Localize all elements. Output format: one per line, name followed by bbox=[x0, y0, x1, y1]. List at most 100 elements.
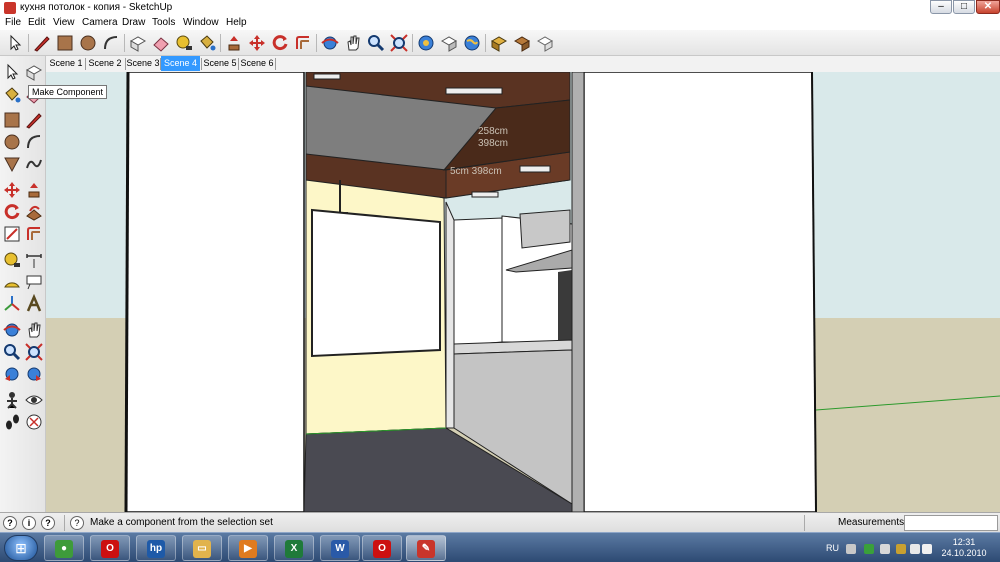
menu-edit[interactable]: Edit bbox=[28, 17, 45, 28]
tab-scene-6[interactable]: Scene 6 bbox=[239, 56, 275, 71]
position-camera-icon[interactable] bbox=[2, 390, 22, 410]
menu-camera[interactable]: Camera bbox=[82, 17, 118, 28]
menu-tools[interactable]: Tools bbox=[152, 17, 175, 28]
tray-app-icon[interactable] bbox=[880, 544, 890, 554]
paint-bucket-icon[interactable] bbox=[197, 33, 217, 53]
network-icon[interactable] bbox=[910, 544, 920, 554]
follow-me-icon[interactable] bbox=[24, 202, 44, 222]
sketchup-window: кухня потолок - копия - SketchUp – □ ✕ F… bbox=[0, 0, 1000, 562]
arc-icon[interactable] bbox=[101, 33, 121, 53]
freehand-icon[interactable] bbox=[24, 154, 44, 174]
menu-window[interactable]: Window bbox=[183, 17, 219, 28]
menu-help[interactable]: Help bbox=[226, 17, 247, 28]
tray-app-icon[interactable] bbox=[864, 544, 874, 554]
tape-measure-icon[interactable] bbox=[2, 250, 22, 270]
taskbar-app-sketchup[interactable]: ✎ bbox=[406, 535, 446, 561]
orbit-icon[interactable] bbox=[2, 320, 22, 340]
maximize-button[interactable]: □ bbox=[953, 0, 975, 14]
rectangle-icon[interactable] bbox=[2, 110, 22, 130]
text-icon[interactable] bbox=[24, 272, 44, 292]
taskbar-app-opera[interactable]: O bbox=[90, 535, 130, 561]
zoom-window-icon[interactable] bbox=[24, 342, 44, 362]
warehouse-icon[interactable] bbox=[512, 33, 532, 53]
rotate-icon[interactable] bbox=[2, 202, 22, 222]
make-component-icon[interactable] bbox=[24, 62, 44, 82]
walk-icon[interactable] bbox=[2, 412, 22, 432]
clock[interactable]: 12:31 24.10.2010 bbox=[934, 537, 994, 559]
dimension-icon[interactable] bbox=[24, 250, 44, 270]
model-viewport[interactable]: 258cm 398cm 5cm 398cm bbox=[46, 72, 1000, 512]
move-icon[interactable] bbox=[247, 33, 267, 53]
tab-scene-3[interactable]: Scene 3 bbox=[126, 56, 160, 71]
share-model-icon[interactable] bbox=[439, 33, 459, 53]
tape-measure-icon[interactable] bbox=[174, 33, 194, 53]
tab-scene-4[interactable]: Scene 4 bbox=[161, 56, 200, 71]
zoom-icon[interactable] bbox=[2, 342, 22, 362]
3d-text-icon[interactable] bbox=[24, 294, 44, 314]
next-view-icon[interactable] bbox=[24, 364, 44, 384]
pencil-icon[interactable] bbox=[32, 33, 52, 53]
taskbar-app-media-player[interactable]: ▶ bbox=[228, 535, 268, 561]
taskbar-app-word[interactable]: W bbox=[320, 535, 360, 561]
zoom-extents-icon[interactable] bbox=[389, 33, 409, 53]
menu-draw[interactable]: Draw bbox=[122, 17, 145, 28]
help-icon[interactable]: ? bbox=[70, 516, 84, 530]
taskbar-app-excel[interactable]: X bbox=[274, 535, 314, 561]
make-component-icon[interactable] bbox=[128, 33, 148, 53]
tray-app-icon[interactable] bbox=[896, 544, 906, 554]
window-title: кухня потолок - копия - SketchUp bbox=[20, 2, 173, 13]
orbit-icon[interactable] bbox=[320, 33, 340, 53]
push-pull-icon[interactable] bbox=[24, 180, 44, 200]
circle-icon[interactable] bbox=[2, 132, 22, 152]
tray-arrow-icon[interactable] bbox=[846, 544, 856, 554]
start-button[interactable]: ⊞ bbox=[4, 535, 38, 561]
close-button[interactable]: ✕ bbox=[976, 0, 1000, 14]
extension-icon[interactable] bbox=[535, 33, 555, 53]
move-icon[interactable] bbox=[2, 180, 22, 200]
help-icon[interactable]: ? bbox=[41, 516, 55, 530]
taskbar-app-hp[interactable]: hp bbox=[136, 535, 176, 561]
offset-icon[interactable] bbox=[24, 224, 44, 244]
hp-icon: hp bbox=[147, 540, 165, 558]
minimize-button[interactable]: – bbox=[930, 0, 952, 14]
sketchup-app-icon[interactable] bbox=[4, 2, 16, 14]
rotate-icon[interactable] bbox=[270, 33, 290, 53]
axes-icon[interactable] bbox=[2, 294, 22, 314]
components-icon[interactable] bbox=[489, 33, 509, 53]
line-icon[interactable] bbox=[24, 110, 44, 130]
measurements-input[interactable] bbox=[904, 515, 998, 531]
push-pull-icon[interactable] bbox=[224, 33, 244, 53]
circle-icon[interactable] bbox=[78, 33, 98, 53]
left-wall-section bbox=[125, 72, 305, 512]
tab-scene-2[interactable]: Scene 2 bbox=[86, 56, 124, 71]
pan-icon[interactable] bbox=[343, 33, 363, 53]
arc-icon[interactable] bbox=[24, 132, 44, 152]
volume-icon[interactable] bbox=[922, 544, 932, 554]
section-plane-icon[interactable] bbox=[24, 412, 44, 432]
previous-view-icon[interactable] bbox=[2, 364, 22, 384]
taskbar-app-chrome[interactable]: ● bbox=[44, 535, 84, 561]
google-earth-icon[interactable] bbox=[462, 33, 482, 53]
pan-icon[interactable] bbox=[24, 320, 44, 340]
polygon-icon[interactable] bbox=[2, 154, 22, 174]
tab-scene-5[interactable]: Scene 5 bbox=[202, 56, 238, 71]
menu-view[interactable]: View bbox=[53, 17, 75, 28]
taskbar-app-explorer[interactable]: ▭ bbox=[182, 535, 222, 561]
zoom-icon[interactable] bbox=[366, 33, 386, 53]
credits-icon[interactable]: i bbox=[22, 516, 36, 530]
rectangle-icon[interactable] bbox=[55, 33, 75, 53]
look-around-icon[interactable] bbox=[24, 390, 44, 410]
taskbar-app-opera-2[interactable]: O bbox=[362, 535, 402, 561]
scale-icon[interactable] bbox=[2, 224, 22, 244]
select-icon[interactable] bbox=[5, 33, 25, 53]
menu-file[interactable]: File bbox=[5, 17, 21, 28]
tab-scene-1[interactable]: Scene 1 bbox=[48, 56, 84, 71]
offset-icon[interactable] bbox=[293, 33, 313, 53]
select-icon[interactable] bbox=[2, 62, 22, 82]
protractor-icon[interactable] bbox=[2, 272, 22, 292]
language-indicator[interactable]: RU bbox=[826, 543, 839, 553]
get-models-icon[interactable] bbox=[416, 33, 436, 53]
eraser-icon[interactable] bbox=[151, 33, 171, 53]
geo-location-icon[interactable]: ? bbox=[3, 516, 17, 530]
paint-bucket-icon[interactable] bbox=[2, 85, 22, 105]
